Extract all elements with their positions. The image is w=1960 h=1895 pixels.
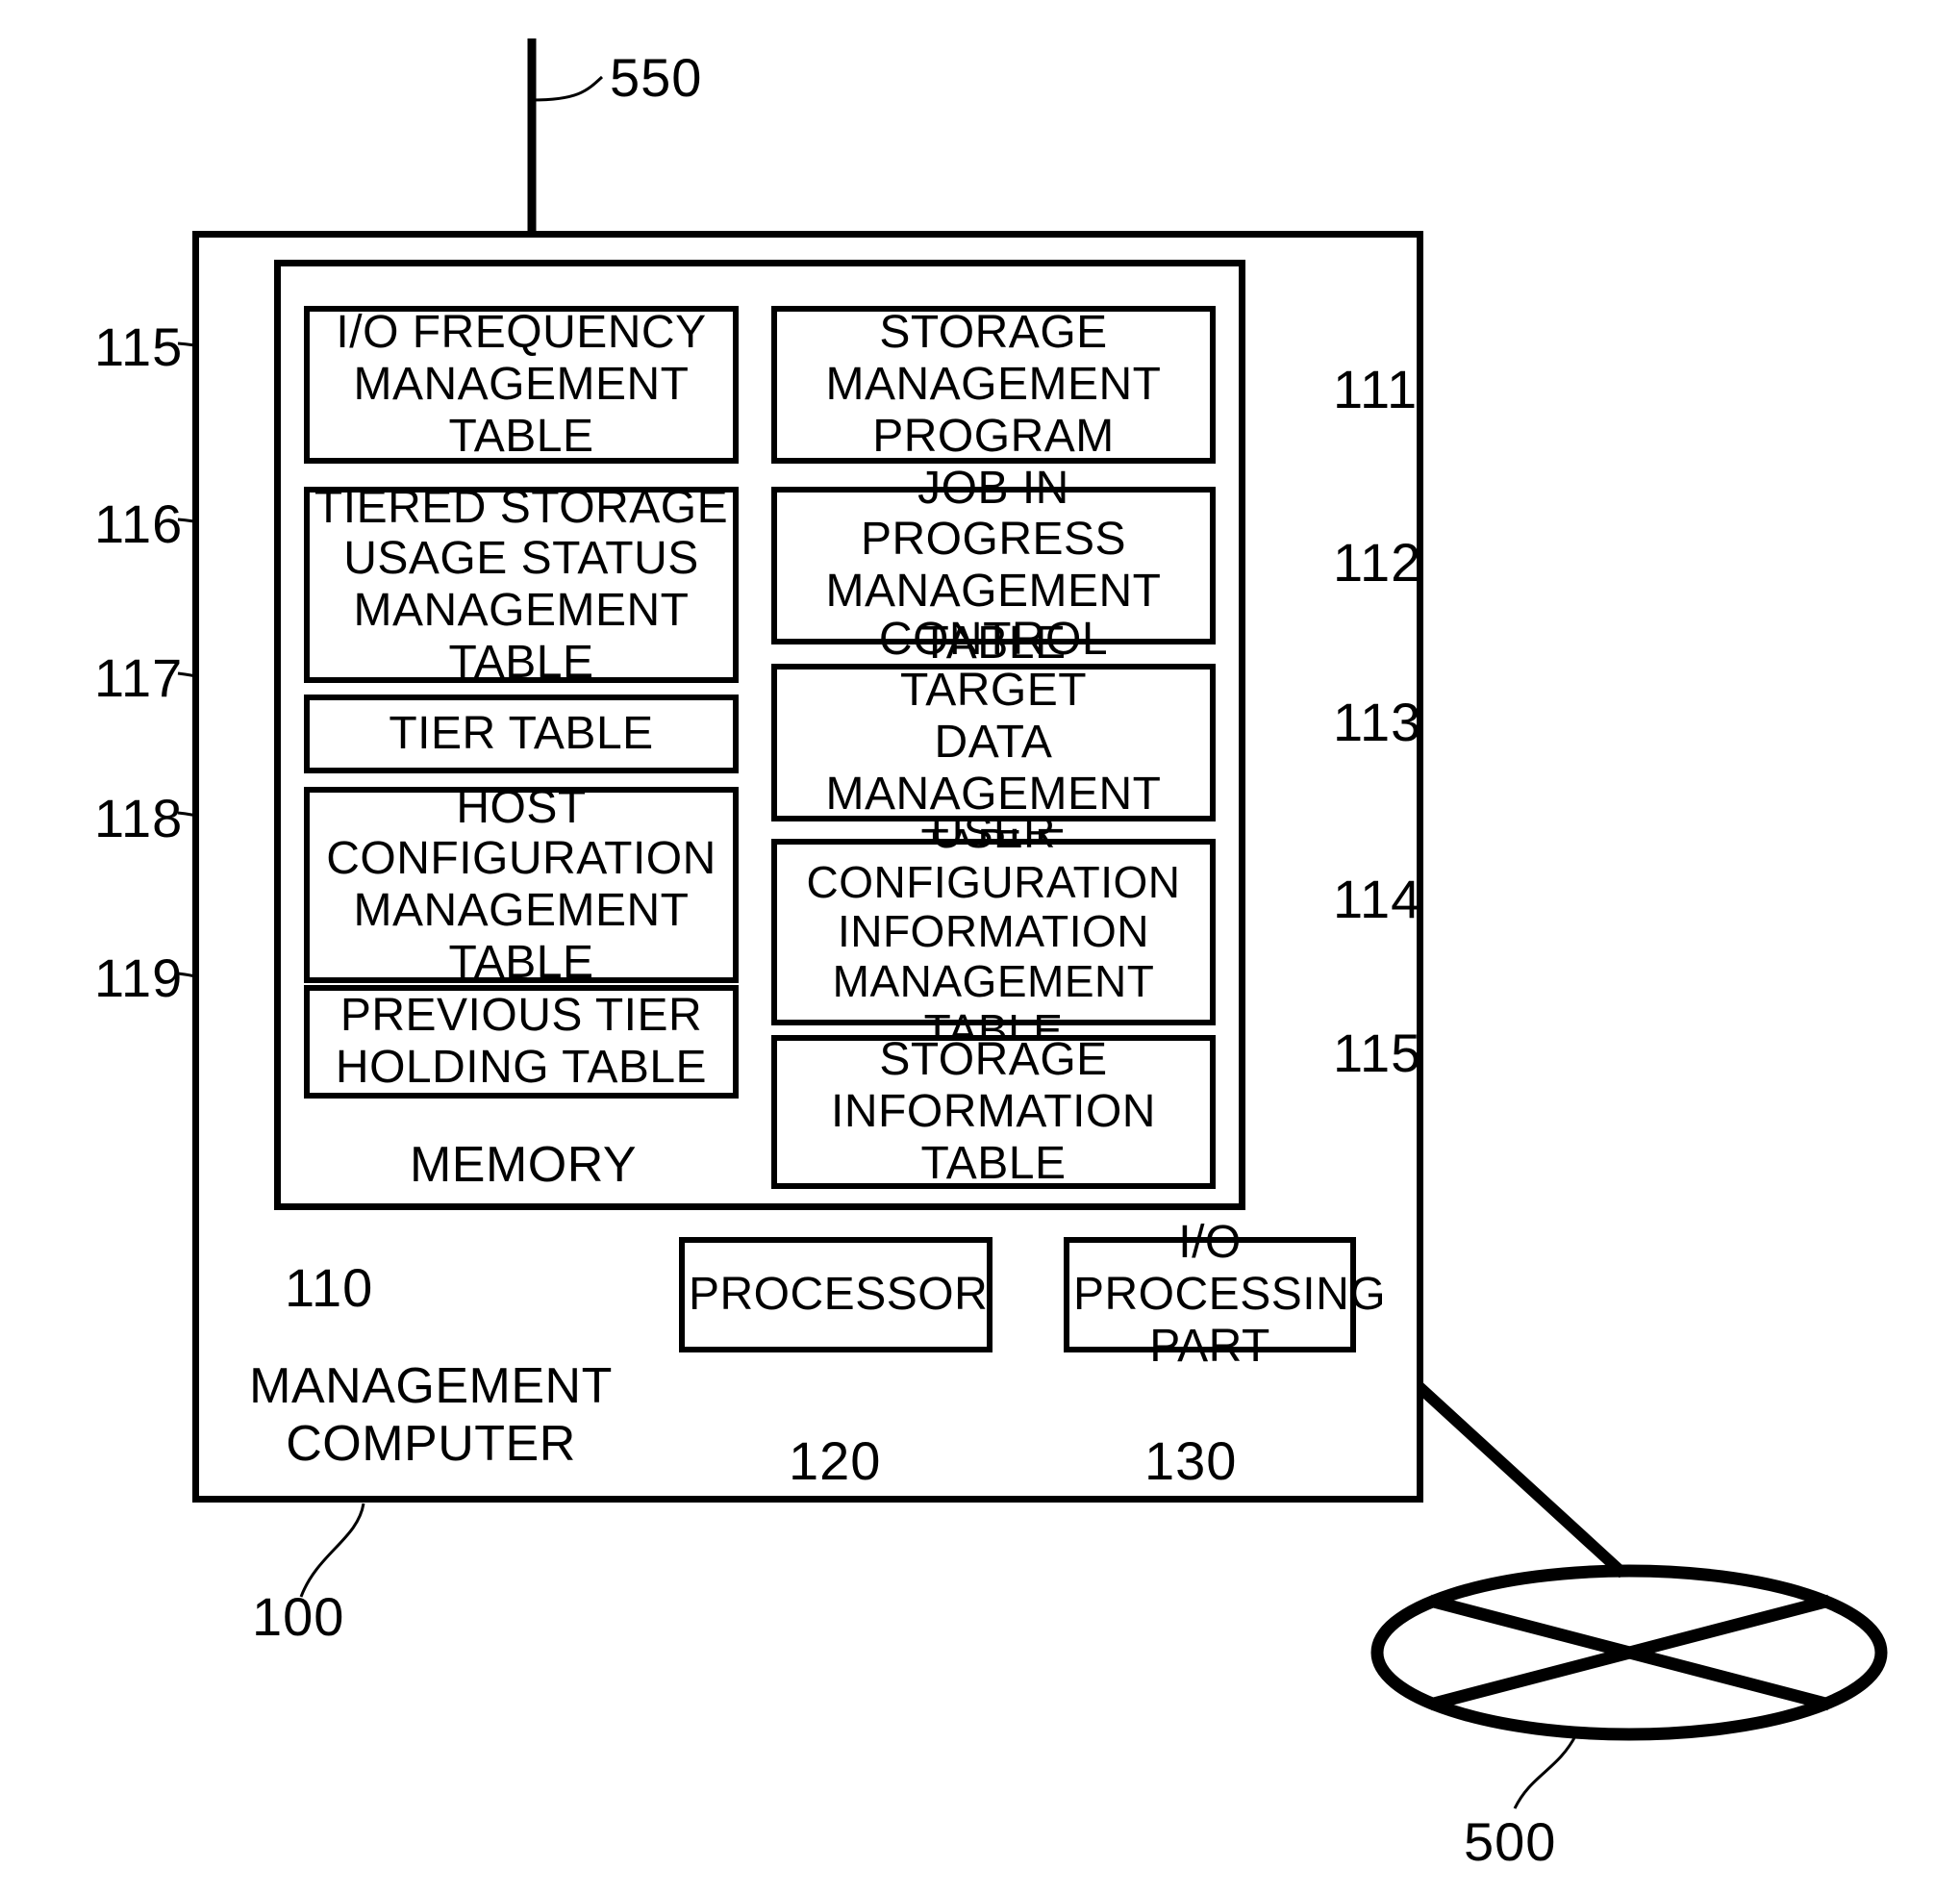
previous-tier-holding-table-label: PREVIOUS TIER HOLDING TABLE <box>335 990 708 1093</box>
processor-label: PROCESSOR <box>689 1269 989 1321</box>
processor-box[interactable]: PROCESSOR <box>679 1237 993 1352</box>
leader-100-outer <box>299 1503 365 1598</box>
storage-management-program-label: STORAGE MANAGEMENT PROGRAM <box>825 307 1162 462</box>
refnum-100-outer: 100 <box>252 1586 345 1647</box>
refnum-550: 550 <box>610 47 703 108</box>
memory-label: MEMORY <box>409 1137 638 1193</box>
tiered-storage-usage-status-management-table-box[interactable]: TIERED STORAGE USAGE STATUS MANAGEMENT TABL… <box>304 482 739 688</box>
patent-figure-canvas: I/O FREQUENCY MANAGEMENT TABLE TIERED STOR… <box>0 0 1960 1895</box>
uplink-leader-550 <box>531 75 604 102</box>
control-target-data-management-table-box[interactable]: CONTROL TARGETDATA MANAGEMENTTABLE <box>771 614 1216 872</box>
storage-management-program-box[interactable]: STORAGE MANAGEMENT PROGRAM <box>771 306 1216 464</box>
user-configuration-information-management-table-label: USER CONFIGURATION INFORMATION MANAGEMENT T… <box>806 807 1181 1056</box>
refnum-113-right: 113 <box>1333 692 1422 752</box>
refnum-114-right: 114 <box>1333 869 1422 929</box>
refnum-112-right: 112 <box>1333 532 1422 593</box>
network-leader-500 <box>1513 1733 1578 1809</box>
refnum-119-left: 119 <box>94 948 184 1008</box>
refnum-120-processor: 120 <box>789 1430 882 1491</box>
refnum-500-network: 500 <box>1464 1811 1557 1872</box>
refnum-111-right: 111 <box>1333 359 1419 419</box>
refnum-117-left: 117 <box>94 647 184 708</box>
io-frequency-management-table-box[interactable]: I/O FREQUENCY MANAGEMENT TABLE <box>304 306 739 464</box>
host-configuration-management-table-label: HOST CONFIGURATION MANAGEMENT TABLE <box>326 781 716 988</box>
storage-information-table-box[interactable]: STORAGE INFORMATION TABLE <box>771 1034 1216 1189</box>
refnum-130-io: 130 <box>1144 1430 1238 1491</box>
host-configuration-management-table-box[interactable]: HOST CONFIGURATION MANAGEMENT TABLE <box>304 782 739 988</box>
previous-tier-holding-table-box[interactable]: PREVIOUS TIER HOLDING TABLE <box>304 985 739 1099</box>
user-configuration-information-management-table-box[interactable]: USER CONFIGURATION INFORMATION MANAGEMENT T… <box>771 808 1216 1055</box>
io-frequency-management-table-label: I/O FREQUENCY MANAGEMENT TABLE <box>336 307 707 462</box>
io-processing-part-box[interactable]: I/O PROCESSING PART <box>1064 1217 1386 1372</box>
refnum-115-left: 115 <box>94 316 184 377</box>
tier-table-label: TIER TABLE <box>389 708 654 760</box>
refnum-116-left: 116 <box>94 493 184 554</box>
storage-information-table-label: STORAGE INFORMATION TABLE <box>831 1034 1156 1189</box>
refnum-118-left: 118 <box>94 788 184 848</box>
tiered-storage-usage-status-management-table-label: TIERED STORAGE USAGE STATUS MANAGEMENT TABL… <box>314 481 729 688</box>
management-computer-label: MANAGEMENT COMPUTER <box>249 1358 613 1472</box>
refnum-115-right: 115 <box>1333 1023 1422 1083</box>
tier-table-box[interactable]: TIER TABLE <box>304 695 739 773</box>
refnum-110-memory: 110 <box>285 1257 374 1318</box>
io-processing-part-label: I/O PROCESSING PART <box>1073 1217 1387 1372</box>
